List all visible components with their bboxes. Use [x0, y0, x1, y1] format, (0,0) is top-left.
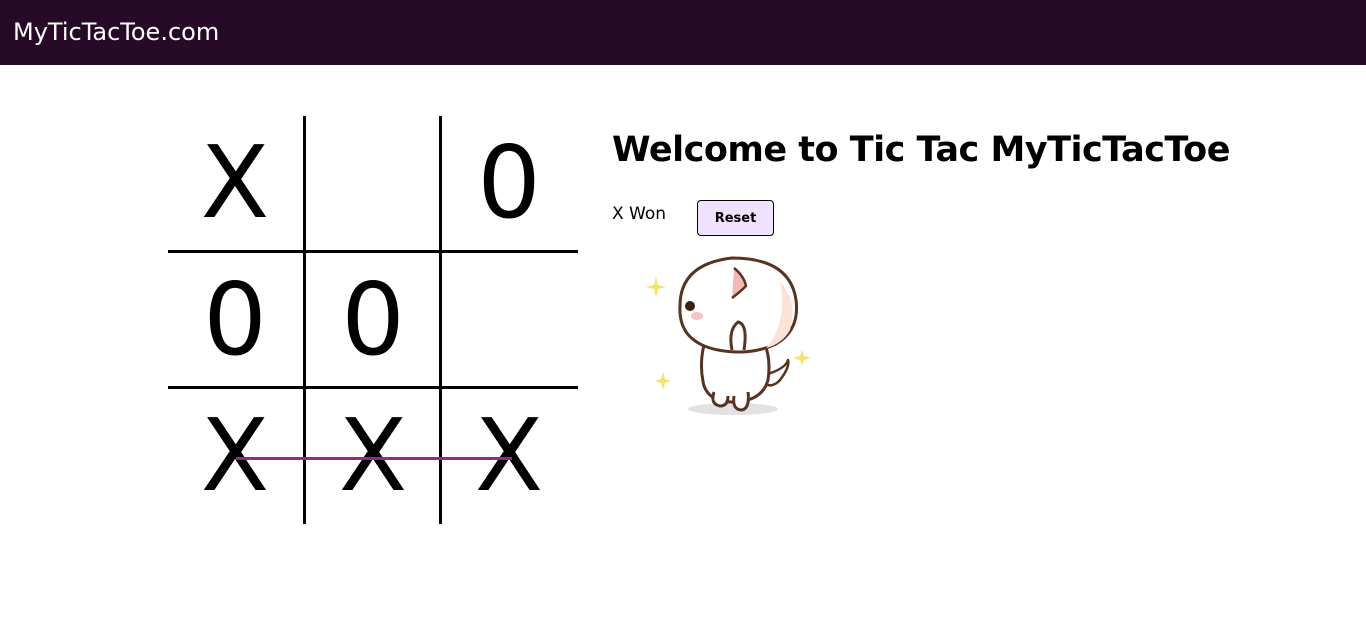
navbar: MyTicTacToe.com	[0, 0, 1366, 65]
game-info: Welcome to Tic Tac MyTicTacToe	[612, 128, 1230, 172]
board-cell-9[interactable]: X	[442, 389, 576, 523]
reset-button[interactable]: Reset	[697, 200, 774, 236]
board-cell-6[interactable]	[442, 253, 576, 387]
board-cell-1[interactable]: X	[168, 116, 302, 250]
board-cell-3[interactable]: 0	[442, 116, 576, 250]
board-cell-2[interactable]	[306, 116, 440, 250]
board-cell-8[interactable]: X	[306, 389, 440, 523]
brand-link[interactable]: MyTicTacToe.com	[13, 16, 219, 49]
game-board: X 0 0 0 X X X	[168, 116, 578, 524]
board-cell-7[interactable]: X	[168, 389, 302, 523]
game-status: X Won	[612, 204, 667, 224]
board-cell-4[interactable]: 0	[168, 253, 302, 387]
board-cell-5[interactable]: 0	[306, 253, 440, 387]
page-title: Welcome to Tic Tac MyTicTacToe	[612, 130, 1230, 170]
dancing-cat-icon	[640, 252, 820, 422]
winning-line	[236, 457, 512, 460]
